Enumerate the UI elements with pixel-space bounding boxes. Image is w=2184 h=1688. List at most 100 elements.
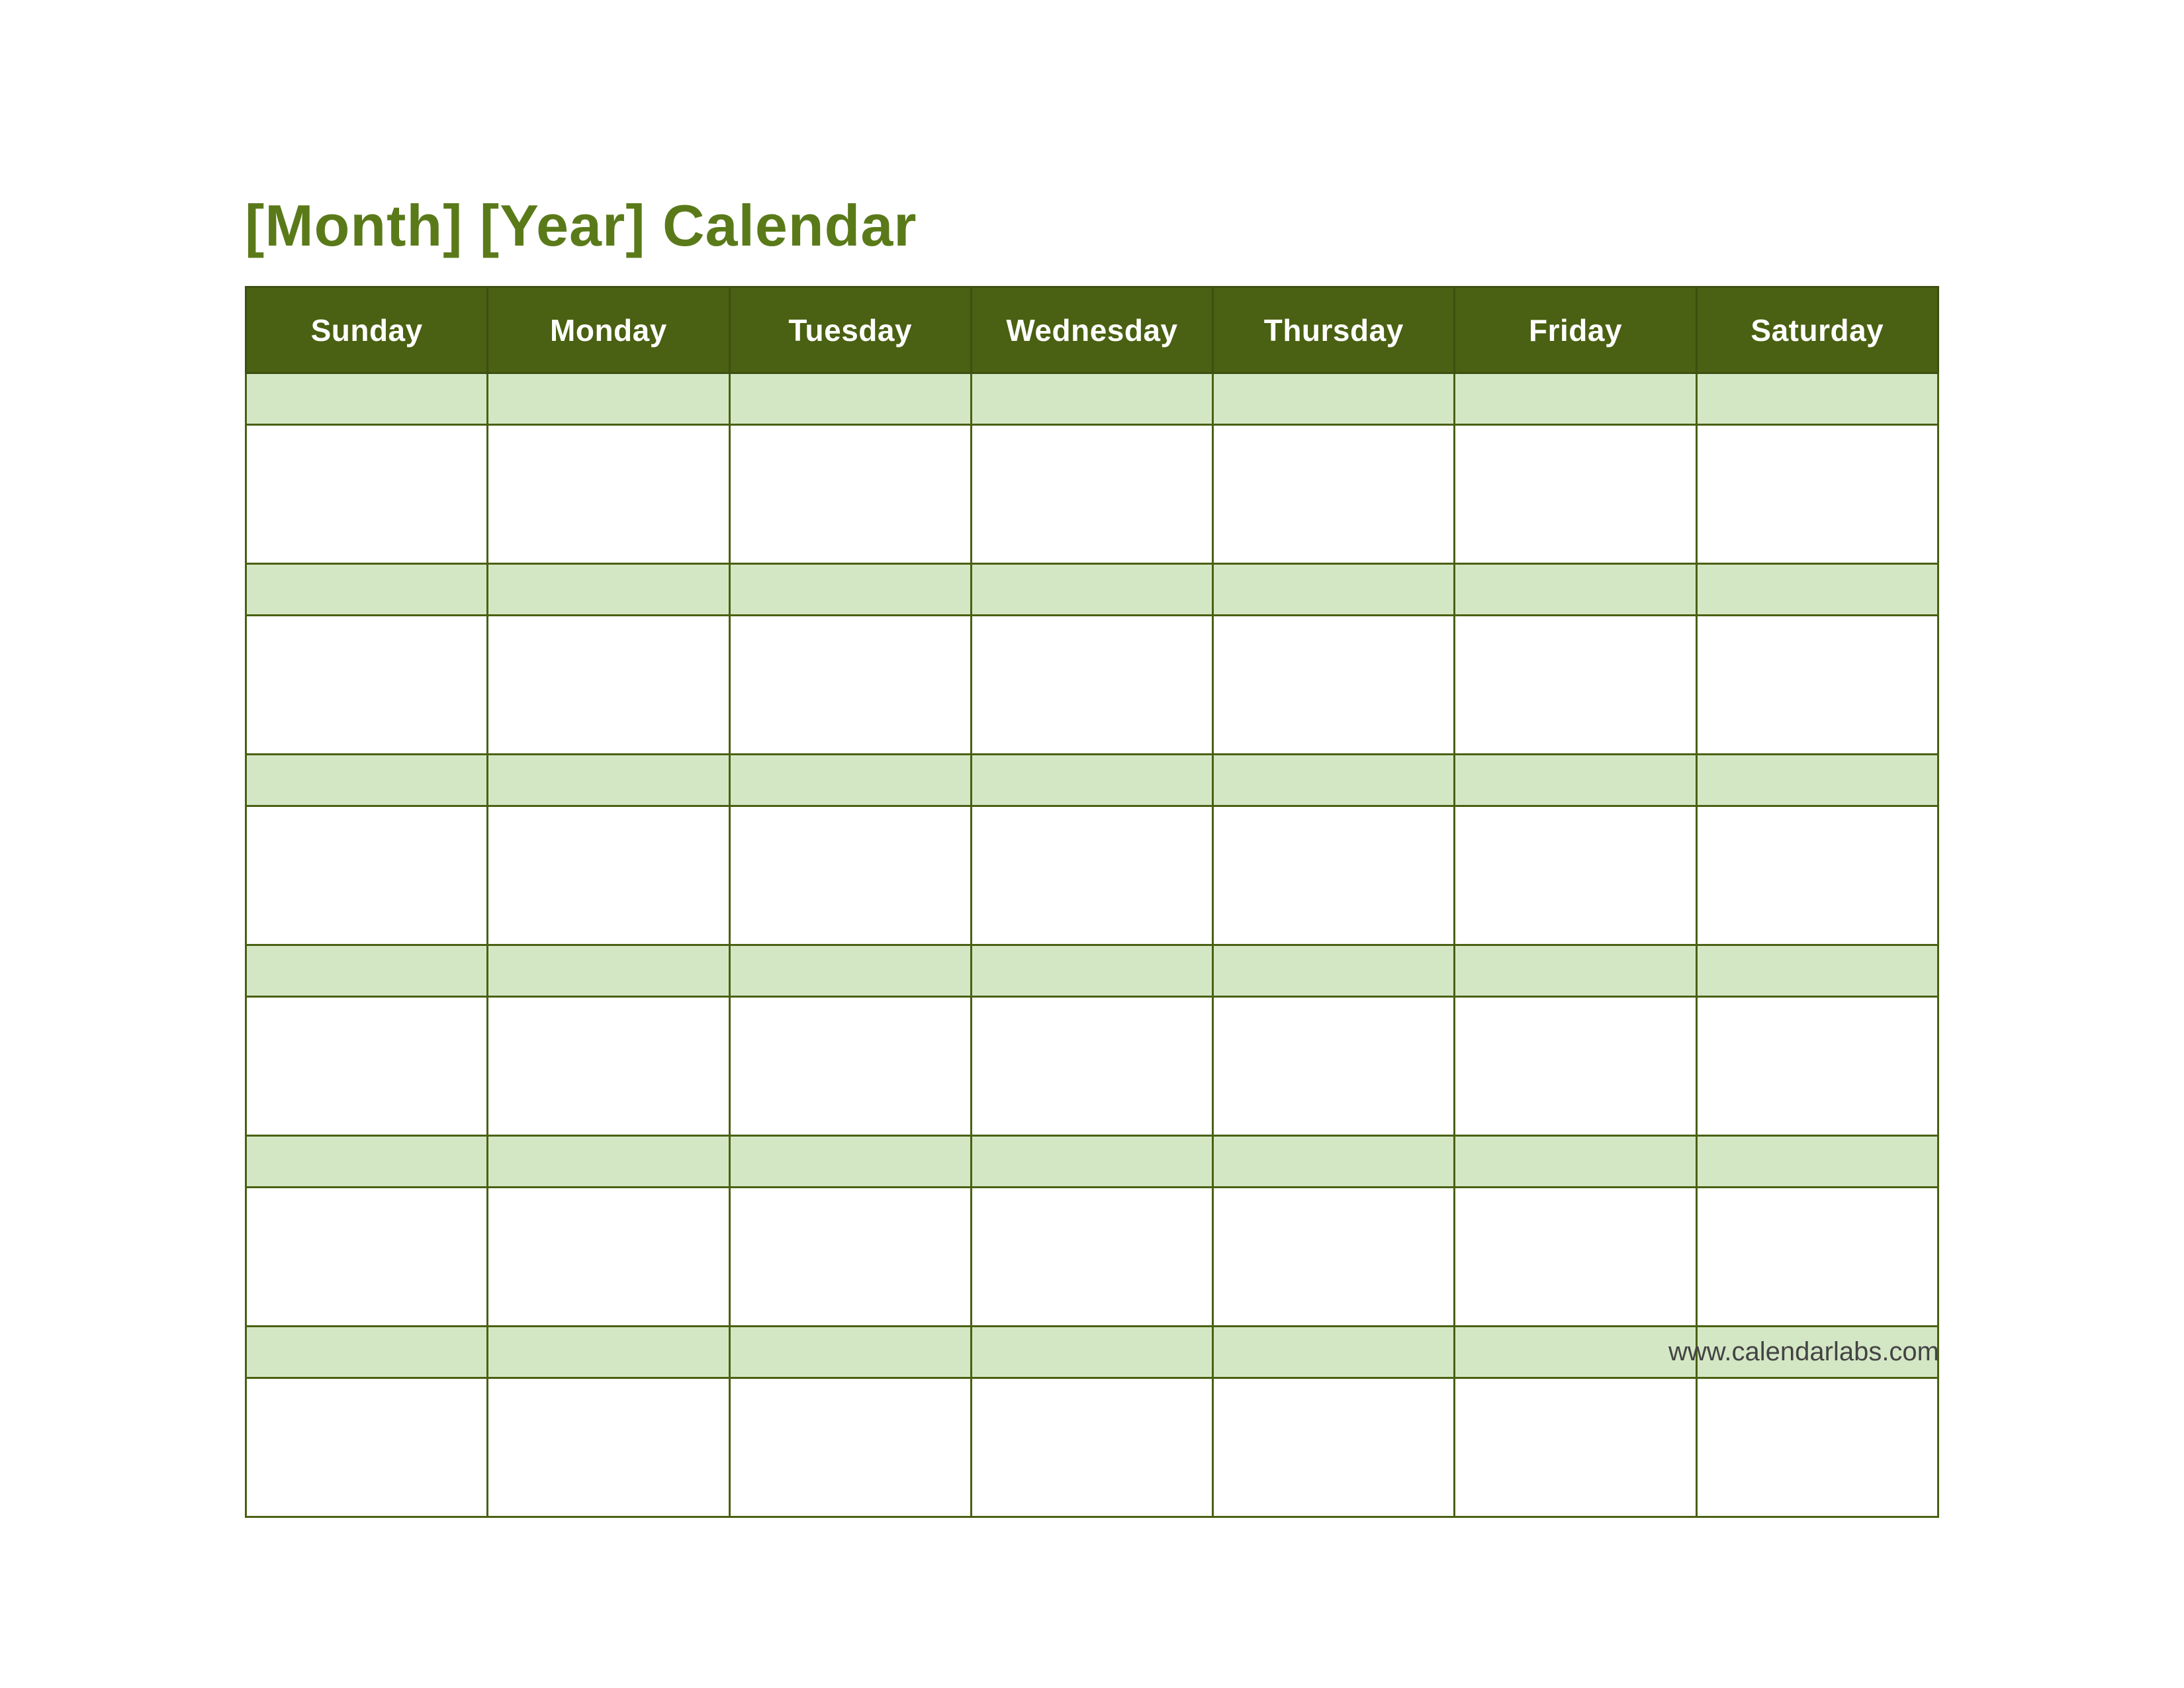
content-cell bbox=[488, 1188, 729, 1327]
date-cell bbox=[1213, 1327, 1455, 1378]
date-cell bbox=[1213, 564, 1455, 616]
content-cell bbox=[488, 616, 729, 755]
date-cell bbox=[1455, 373, 1696, 425]
content-cell bbox=[729, 1378, 971, 1517]
content-cell bbox=[1696, 806, 1938, 945]
date-cell bbox=[488, 945, 729, 997]
content-cell bbox=[1455, 425, 1696, 564]
page-title: [Month] [Year] Calendar bbox=[245, 192, 1939, 259]
content-cell bbox=[1696, 997, 1938, 1136]
content-cell bbox=[246, 1378, 488, 1517]
week-5-date-row bbox=[246, 1136, 1938, 1188]
content-cell bbox=[488, 806, 729, 945]
week-6-content-row bbox=[246, 1378, 1938, 1517]
calendar-table: Sunday Monday Tuesday Wednesday Thursday… bbox=[245, 286, 1939, 1518]
date-cell bbox=[246, 564, 488, 616]
date-cell bbox=[1213, 1136, 1455, 1188]
date-cell bbox=[1455, 1327, 1696, 1378]
date-cell bbox=[1696, 755, 1938, 806]
header-row: Sunday Monday Tuesday Wednesday Thursday… bbox=[246, 287, 1938, 373]
content-cell bbox=[971, 806, 1212, 945]
date-cell bbox=[729, 755, 971, 806]
week-2-date-row bbox=[246, 564, 1938, 616]
date-cell bbox=[1696, 564, 1938, 616]
date-cell bbox=[971, 755, 1212, 806]
day-header-thursday: Thursday bbox=[1213, 287, 1455, 373]
content-cell bbox=[488, 1378, 729, 1517]
week-3-content-row bbox=[246, 806, 1938, 945]
footer-link[interactable]: www.calendarlabs.com bbox=[1668, 1337, 1939, 1367]
content-cell bbox=[1455, 1378, 1696, 1517]
date-cell bbox=[246, 755, 488, 806]
date-cell bbox=[488, 1327, 729, 1378]
day-header-tuesday: Tuesday bbox=[729, 287, 971, 373]
day-header-friday: Friday bbox=[1455, 287, 1696, 373]
date-cell bbox=[488, 1136, 729, 1188]
week-4-content-row bbox=[246, 997, 1938, 1136]
date-cell bbox=[488, 373, 729, 425]
date-cell bbox=[971, 1136, 1212, 1188]
content-cell bbox=[246, 1188, 488, 1327]
day-header-monday: Monday bbox=[488, 287, 729, 373]
content-cell bbox=[1455, 1188, 1696, 1327]
content-cell bbox=[729, 1188, 971, 1327]
date-cell bbox=[1455, 945, 1696, 997]
content-cell bbox=[1213, 1378, 1455, 1517]
week-5-content-row bbox=[246, 1188, 1938, 1327]
date-cell bbox=[729, 373, 971, 425]
content-cell bbox=[1213, 997, 1455, 1136]
week-1-content-row bbox=[246, 425, 1938, 564]
date-cell bbox=[1696, 945, 1938, 997]
content-cell bbox=[729, 806, 971, 945]
content-cell bbox=[1696, 616, 1938, 755]
week-4-date-row bbox=[246, 945, 1938, 997]
date-cell bbox=[1213, 373, 1455, 425]
content-cell bbox=[971, 1378, 1212, 1517]
date-cell bbox=[246, 1136, 488, 1188]
content-cell bbox=[246, 425, 488, 564]
date-cell bbox=[971, 945, 1212, 997]
date-cell bbox=[1455, 564, 1696, 616]
content-cell bbox=[246, 997, 488, 1136]
content-cell bbox=[246, 616, 488, 755]
date-cell bbox=[1455, 755, 1696, 806]
content-cell bbox=[729, 425, 971, 564]
content-cell bbox=[1696, 1378, 1938, 1517]
date-cell bbox=[1696, 1136, 1938, 1188]
date-cell bbox=[246, 1327, 488, 1378]
week-1-date-row bbox=[246, 373, 1938, 425]
content-cell bbox=[1213, 1188, 1455, 1327]
content-cell bbox=[1455, 806, 1696, 945]
day-header-saturday: Saturday bbox=[1696, 287, 1938, 373]
content-cell bbox=[729, 997, 971, 1136]
content-cell bbox=[971, 1188, 1212, 1327]
content-cell bbox=[246, 806, 488, 945]
content-cell bbox=[488, 997, 729, 1136]
content-cell bbox=[729, 616, 971, 755]
week-2-content-row bbox=[246, 616, 1938, 755]
week-3-date-row bbox=[246, 755, 1938, 806]
content-cell bbox=[1696, 1188, 1938, 1327]
date-cell bbox=[1696, 373, 1938, 425]
content-cell bbox=[971, 997, 1212, 1136]
date-cell bbox=[729, 1136, 971, 1188]
content-cell bbox=[1455, 997, 1696, 1136]
date-cell bbox=[488, 755, 729, 806]
content-cell bbox=[971, 425, 1212, 564]
date-cell bbox=[246, 373, 488, 425]
day-header-wednesday: Wednesday bbox=[971, 287, 1212, 373]
day-header-sunday: Sunday bbox=[246, 287, 488, 373]
date-cell bbox=[1455, 1136, 1696, 1188]
content-cell bbox=[488, 425, 729, 564]
date-cell bbox=[971, 1327, 1212, 1378]
date-cell bbox=[1213, 945, 1455, 997]
date-cell bbox=[1213, 755, 1455, 806]
date-cell bbox=[488, 564, 729, 616]
content-cell bbox=[1455, 616, 1696, 755]
date-cell bbox=[246, 945, 488, 997]
content-cell bbox=[1213, 425, 1455, 564]
content-cell bbox=[1213, 806, 1455, 945]
content-cell bbox=[971, 616, 1212, 755]
content-cell bbox=[1213, 616, 1455, 755]
date-cell bbox=[729, 564, 971, 616]
